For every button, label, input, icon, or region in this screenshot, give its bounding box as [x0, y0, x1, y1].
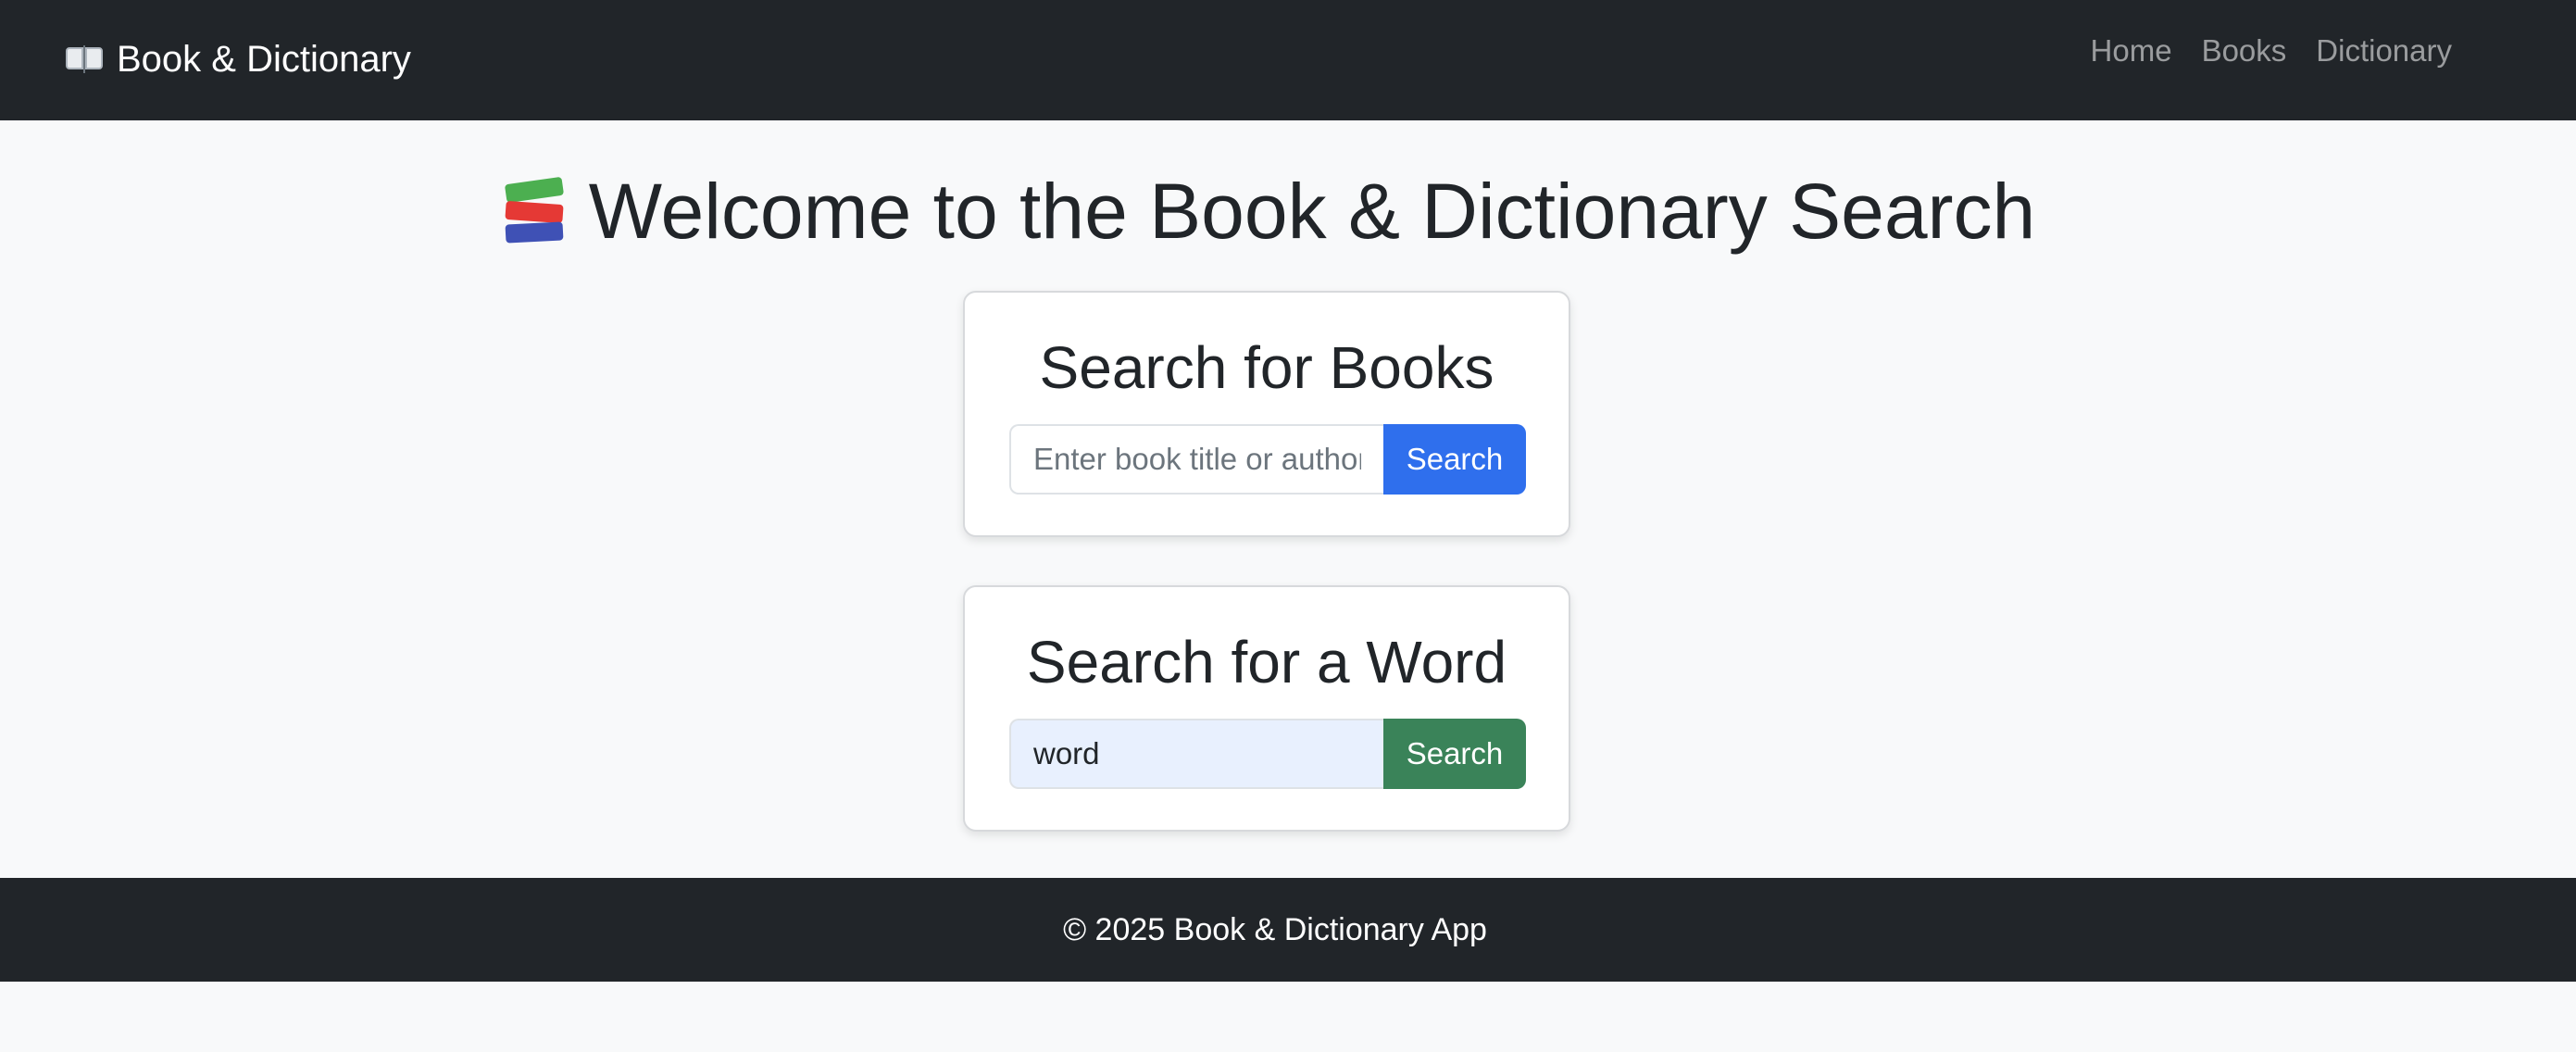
- brand-label: Book & Dictionary: [117, 38, 411, 80]
- book-search-form: Search: [1009, 424, 1526, 495]
- nav-links: Home Books Dictionary: [2091, 28, 2452, 74]
- book-search-card: Search for Books Search: [963, 291, 1570, 537]
- nav-link-books[interactable]: Books: [2202, 33, 2287, 69]
- word-search-form: Search: [1009, 719, 1526, 789]
- word-search-button[interactable]: Search: [1383, 719, 1526, 789]
- word-search-input[interactable]: [1009, 719, 1383, 789]
- word-search-title: Search for a Word: [1026, 629, 1507, 695]
- nav-link-dictionary[interactable]: Dictionary: [2316, 33, 2452, 69]
- open-book-icon: [65, 45, 104, 73]
- footer-copyright: © 2025 Book & Dictionary App: [1063, 911, 1487, 947]
- brand-link[interactable]: Book & Dictionary: [65, 33, 411, 85]
- word-search-card: Search for a Word Search: [963, 585, 1570, 832]
- book-search-button[interactable]: Search: [1383, 424, 1526, 495]
- page-title: Welcome to the Book & Dictionary Search: [0, 165, 2537, 257]
- page-footer: © 2025 Book & Dictionary App: [0, 878, 2576, 982]
- top-navbar: Book & Dictionary Home Books Dictionary: [0, 0, 2576, 120]
- page-title-text: Welcome to the Book & Dictionary Search: [588, 168, 2036, 255]
- nav-link-home[interactable]: Home: [2091, 33, 2172, 69]
- books-stack-icon: [502, 176, 569, 245]
- book-search-title: Search for Books: [1039, 334, 1494, 401]
- book-search-input[interactable]: [1009, 424, 1383, 495]
